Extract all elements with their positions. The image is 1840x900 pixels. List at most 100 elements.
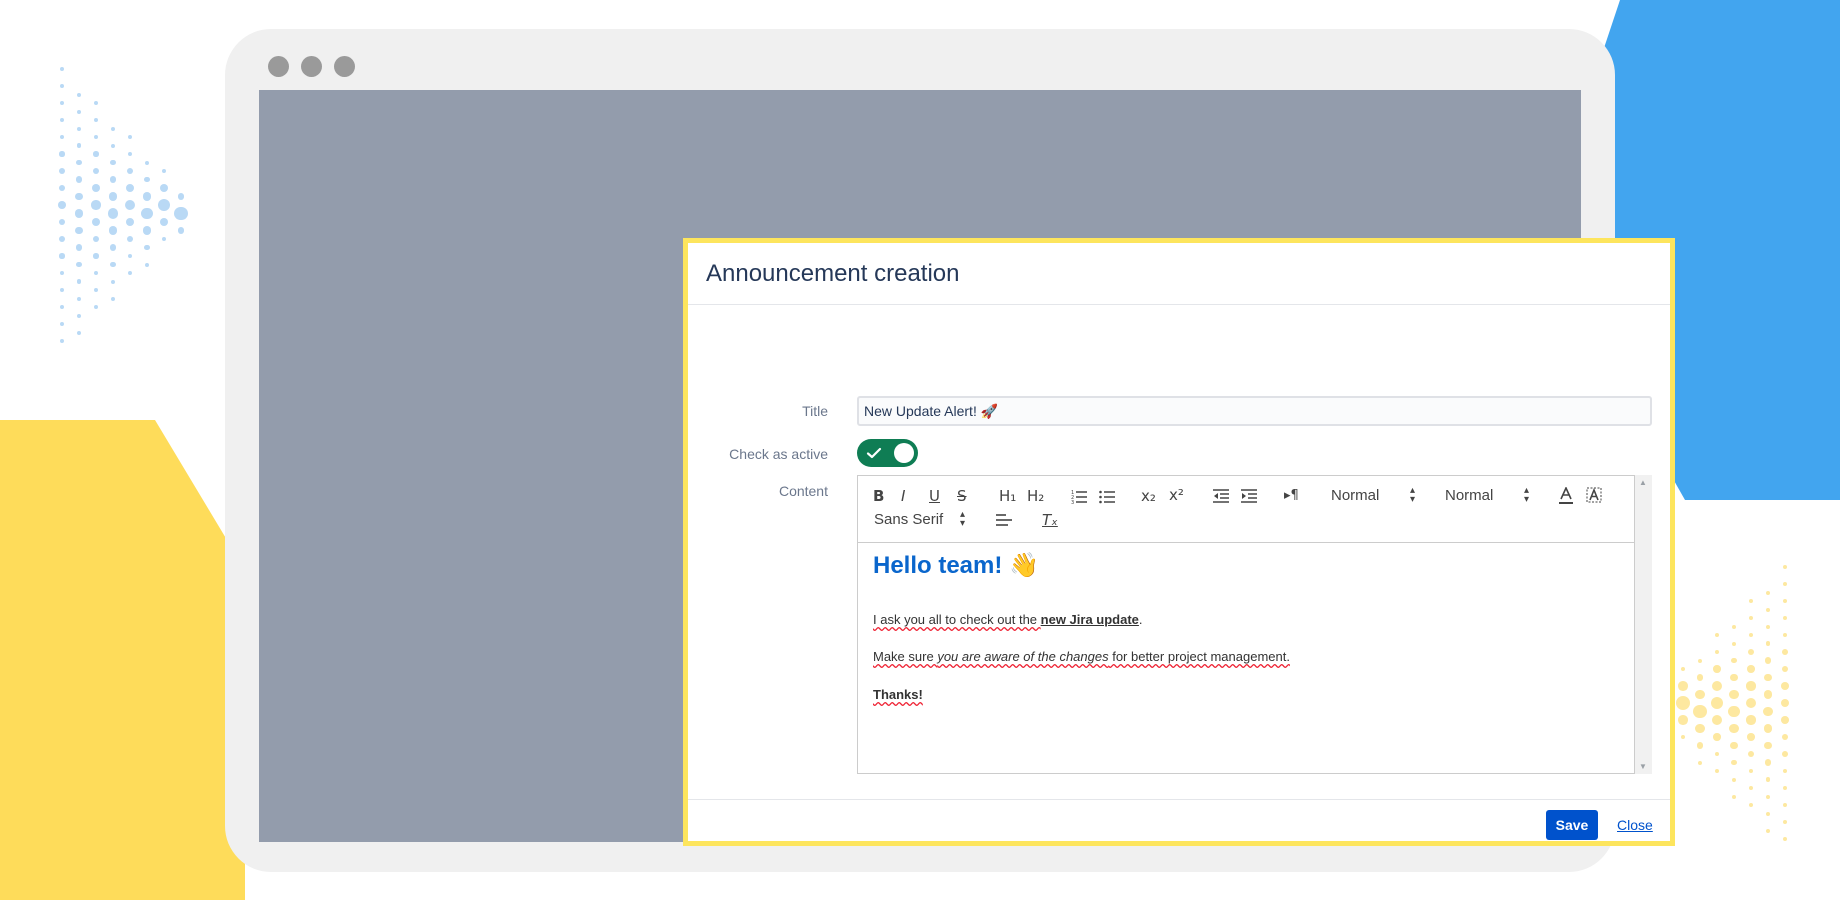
- decorative-dot: [142, 192, 152, 201]
- decorative-dot: [77, 313, 81, 318]
- superscript-button[interactable]: x²: [1169, 486, 1184, 504]
- decorative-dot: [1710, 696, 1724, 710]
- decorative-dot: [1763, 724, 1773, 733]
- decorative-dot: [1747, 665, 1755, 673]
- decorative-dot: [60, 288, 64, 292]
- bold-button[interactable]: B: [873, 487, 884, 505]
- decorative-dot: [1678, 681, 1688, 691]
- decorative-dot: [1680, 666, 1686, 672]
- decorative-dot: [1747, 750, 1755, 758]
- decorative-dot: [144, 244, 150, 251]
- outdent-icon[interactable]: [1213, 488, 1229, 504]
- scroll-down-icon[interactable]: ▼: [1639, 762, 1647, 771]
- decorative-dot: [125, 183, 135, 193]
- line3: Thanks!: [873, 687, 923, 702]
- ordered-list-icon[interactable]: 1 2 3: [1071, 488, 1087, 504]
- decorative-dot: [1783, 582, 1787, 586]
- italic-button[interactable]: I: [901, 487, 905, 505]
- decorative-dot: [1729, 723, 1739, 734]
- decorative-dot: [1678, 715, 1688, 725]
- editor-paragraph-2: Make sure you are aware of the changes f…: [873, 649, 1290, 664]
- decorative-dot: [77, 126, 81, 131]
- decorative-dot: [1766, 624, 1770, 629]
- decorative-dot: [1749, 786, 1753, 790]
- indent-icon[interactable]: [1241, 488, 1257, 504]
- decorative-dot: [75, 176, 83, 183]
- decorative-dot: [141, 207, 153, 220]
- decorative-dot: [1763, 706, 1773, 717]
- decorative-dot: [1695, 723, 1705, 734]
- decorative-dot: [1732, 641, 1736, 646]
- align-icon[interactable]: [996, 512, 1012, 528]
- decorative-dot: [59, 151, 65, 157]
- clear-format-button[interactable]: Tₓ: [1042, 511, 1058, 529]
- decorative-dot: [94, 118, 98, 122]
- underline-button[interactable]: U: [929, 487, 940, 505]
- decorative-dot: [1766, 794, 1770, 799]
- toggle-knob: [894, 443, 914, 463]
- header-select[interactable]: Normal ▴ ▾: [1331, 486, 1421, 505]
- decorative-dot: [1712, 681, 1722, 691]
- window-control-minimize-icon[interactable]: [301, 56, 322, 77]
- decorative-dot: [109, 176, 117, 183]
- strike-button[interactable]: S: [957, 487, 967, 505]
- window-control-close-icon[interactable]: [268, 56, 289, 77]
- h1-button[interactable]: H₁: [999, 487, 1016, 505]
- jira-update-link[interactable]: new Jira update: [1041, 612, 1139, 627]
- decorative-dot: [58, 184, 66, 192]
- svg-text:3: 3: [1071, 500, 1074, 504]
- decorative-dot: [92, 184, 100, 192]
- h2-button[interactable]: H₂: [1027, 487, 1044, 505]
- decorative-dot: [1713, 665, 1721, 673]
- decorative-dot: [1782, 632, 1788, 638]
- scroll-up-icon[interactable]: ▲: [1639, 478, 1647, 487]
- decorative-dot: [1730, 741, 1738, 750]
- subscript-button[interactable]: x₂: [1141, 487, 1156, 505]
- background-color-icon[interactable]: [1586, 487, 1602, 505]
- decorative-dot: [142, 226, 152, 235]
- decorative-dot: [1781, 665, 1789, 673]
- bullet-list-icon[interactable]: [1099, 488, 1115, 504]
- title-input[interactable]: [857, 396, 1652, 426]
- decorative-dot: [60, 305, 64, 309]
- save-button[interactable]: Save: [1546, 810, 1598, 840]
- title-label: Title: [802, 403, 828, 419]
- text-direction-button[interactable]: ▸¶: [1284, 487, 1299, 505]
- decorative-dot: [75, 226, 83, 235]
- decorative-dot: [177, 193, 185, 200]
- decorative-dot: [159, 217, 169, 227]
- active-toggle[interactable]: [857, 439, 918, 467]
- decorative-dot: [157, 198, 171, 212]
- decorative-dot: [1766, 590, 1770, 595]
- close-link[interactable]: Close: [1617, 817, 1653, 833]
- font-select[interactable]: Sans Serif ▴ ▾: [874, 510, 969, 529]
- decorative-dot: [111, 279, 115, 284]
- line1-prefix: I ask you all to check out the: [873, 612, 1041, 627]
- decorative-dot: [1783, 837, 1787, 841]
- decorative-dot: [145, 160, 149, 165]
- decorative-dot: [1714, 751, 1720, 757]
- decorative-dot: [1731, 759, 1737, 766]
- window-control-maximize-icon[interactable]: [334, 56, 355, 77]
- decorative-dot: [128, 135, 132, 139]
- decorative-dot: [1715, 769, 1719, 773]
- decorative-dot: [109, 244, 117, 251]
- decorative-dot: [108, 226, 118, 235]
- decorative-dot: [77, 330, 81, 335]
- text-color-icon[interactable]: [1558, 487, 1574, 505]
- decorative-dot: [1698, 760, 1702, 765]
- decorative-dot: [127, 151, 133, 157]
- decorative-dot: [111, 126, 115, 131]
- decorative-dot: [76, 143, 82, 148]
- decorative-dot: [1712, 715, 1722, 725]
- decorative-dot: [1781, 682, 1789, 690]
- decorative-dot: [1732, 624, 1736, 629]
- size-select[interactable]: Normal ▴ ▾: [1445, 486, 1535, 505]
- decorative-dot: [159, 183, 169, 193]
- decorative-dot: [1783, 820, 1787, 824]
- decorative-dot: [94, 271, 98, 275]
- decorative-dot: [58, 218, 66, 226]
- decorative-dot: [1746, 681, 1756, 691]
- editor-scrollbar[interactable]: ▲ ▼: [1635, 475, 1652, 774]
- decorative-dot: [60, 322, 64, 326]
